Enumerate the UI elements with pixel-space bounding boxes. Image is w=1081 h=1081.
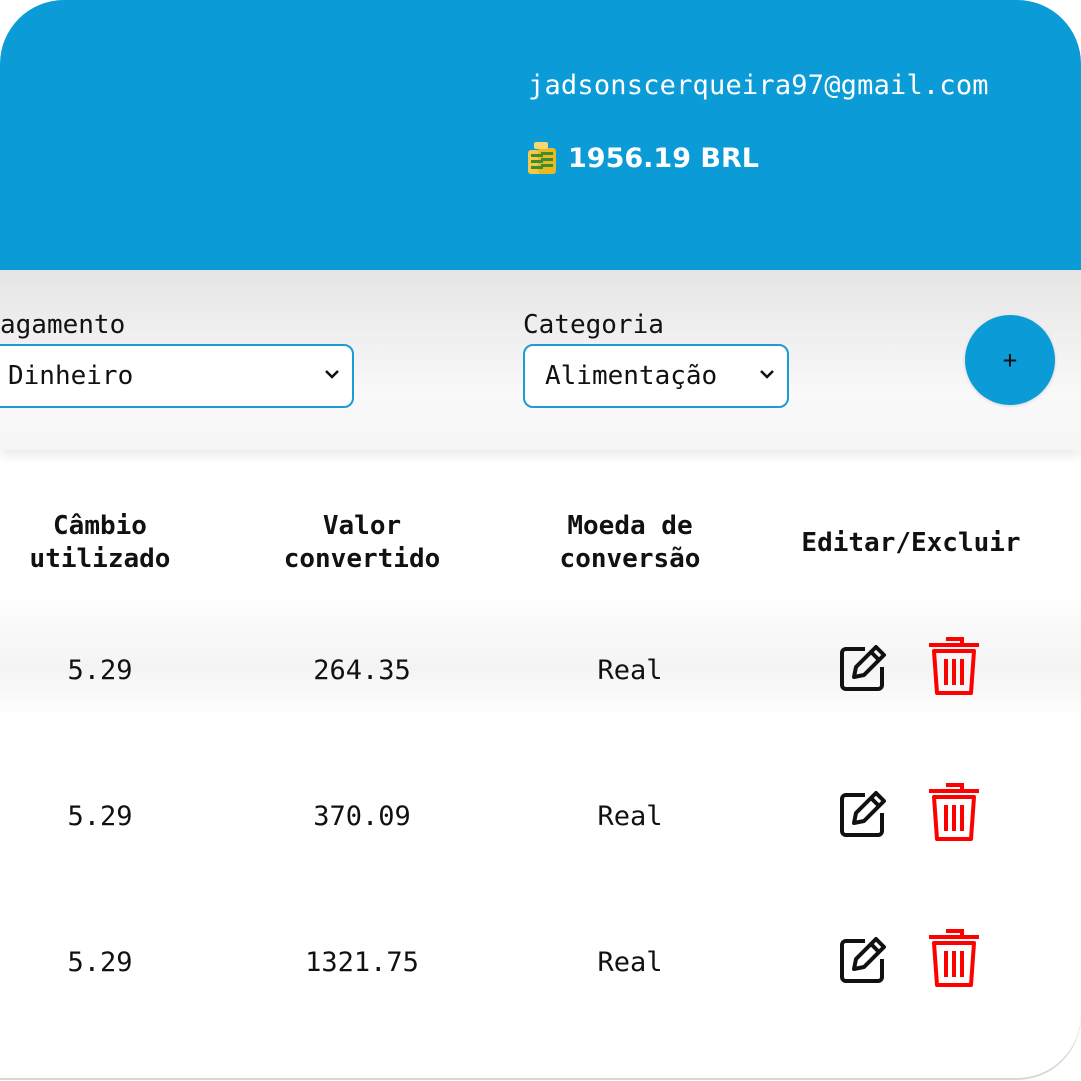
column-header-cambio-line2: utilizado — [29, 544, 171, 574]
column-header-valor: Valor convertido — [262, 510, 462, 576]
chevron-down-icon — [760, 370, 774, 379]
category-label: Categoria — [523, 310, 664, 340]
money-bag-icon — [528, 142, 556, 174]
column-header-moeda-line2: conversão — [559, 544, 701, 574]
payment-label: agamento — [0, 310, 126, 340]
column-header-valor-line2: convertido — [283, 544, 441, 574]
category-select[interactable]: Alimentação — [523, 344, 789, 408]
column-header-cambio-line1: Câmbio — [53, 511, 147, 541]
column-header-cambio: Câmbio utilizado — [0, 510, 200, 576]
payment-select[interactable]: Dinheiro — [0, 344, 354, 408]
balance-value: 1956.19 BRL — [568, 142, 759, 174]
table-row: 5.29 1321.75 Real — [0, 887, 1081, 1033]
category-select-value: Alimentação — [545, 361, 718, 391]
edit-icon[interactable] — [838, 643, 888, 693]
table-row: 5.29 370.09 Real — [0, 741, 1081, 887]
column-header-moeda-line1: Moeda de — [567, 511, 693, 541]
column-header-acoes: Editar/Excluir — [801, 528, 1021, 558]
cell-cambio: 5.29 — [67, 947, 133, 978]
table-row: 5.29 264.35 Real — [0, 595, 1081, 741]
app-frame: jadsonscerqueira97@gmail.com 1956.19 BRL… — [0, 0, 1081, 1078]
cell-cambio: 5.29 — [67, 655, 133, 686]
trash-icon[interactable] — [926, 781, 982, 843]
cell-moeda: Real — [597, 801, 663, 832]
header: jadsonscerqueira97@gmail.com 1956.19 BRL — [0, 0, 1081, 270]
cell-moeda: Real — [597, 947, 663, 978]
trash-icon[interactable] — [926, 635, 982, 697]
chevron-down-icon — [325, 370, 339, 379]
cell-valor: 370.09 — [313, 801, 411, 832]
balance: 1956.19 BRL — [526, 140, 759, 176]
edit-icon[interactable] — [838, 789, 888, 839]
cell-moeda: Real — [597, 655, 663, 686]
column-header-valor-line1: Valor — [322, 511, 402, 541]
trash-icon[interactable] — [926, 927, 982, 989]
edit-icon[interactable] — [838, 935, 888, 985]
cell-valor: 1321.75 — [305, 947, 419, 978]
payment-select-value: Dinheiro — [8, 361, 134, 391]
add-button[interactable]: + — [965, 315, 1055, 405]
filter-bar: agamento Dinheiro Categoria Alimentação … — [0, 270, 1081, 450]
cell-cambio: 5.29 — [67, 801, 133, 832]
column-header-moeda: Moeda de conversão — [530, 510, 730, 576]
cell-valor: 264.35 — [313, 655, 411, 686]
user-email: jadsonscerqueira97@gmail.com — [528, 70, 989, 101]
